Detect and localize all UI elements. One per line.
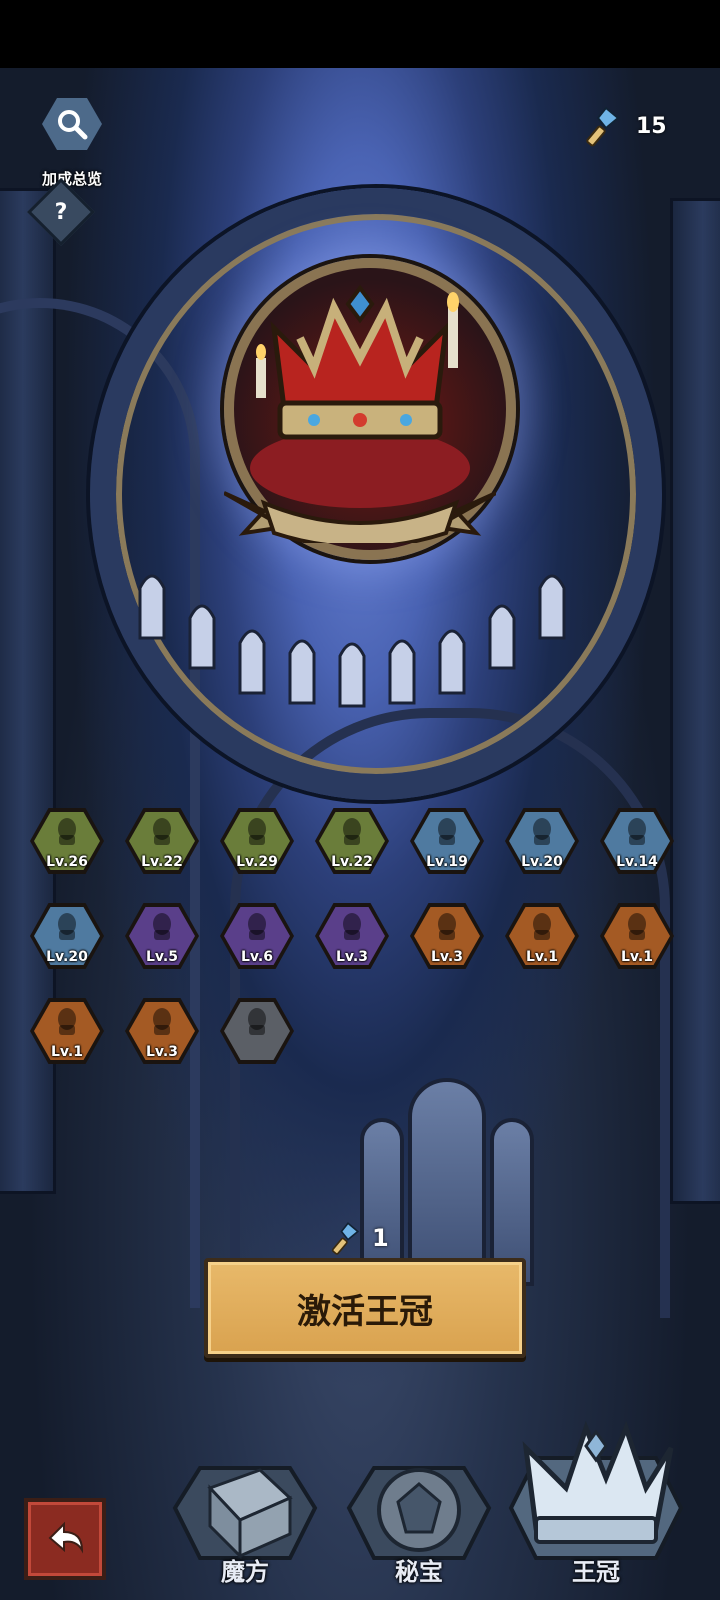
- crown-level: Lv.3: [146, 1044, 178, 1060]
- crown-level: Lv.22: [331, 854, 373, 870]
- flame-icon: [505, 909, 579, 945]
- crown-badge[interactable]: Lv.20: [30, 903, 104, 969]
- fox-icon: [315, 909, 389, 945]
- bonus-overview-label: 加成总览: [41, 170, 102, 188]
- crown-badge[interactable]: Lv.1: [505, 903, 579, 969]
- crown-level: Lv.26: [46, 854, 88, 870]
- crown-level: Lv.5: [146, 949, 178, 965]
- pillar-right: [670, 198, 720, 1204]
- tab-cube-label: 魔方: [221, 1558, 269, 1586]
- gem-medallion-icon: [346, 1466, 492, 1560]
- crown-badge[interactable]: Lv.1: [600, 903, 674, 969]
- crown-badge[interactable]: Lv.29: [220, 808, 294, 874]
- hat-figure-icon: [220, 814, 294, 850]
- crown-badge[interactable]: Lv.19: [410, 808, 484, 874]
- tab-treasure[interactable]: 秘宝: [344, 1448, 494, 1598]
- crown-badge[interactable]: [220, 998, 294, 1064]
- cube-icon: [172, 1466, 318, 1560]
- gem-key-icon: [586, 106, 620, 147]
- tab-cube[interactable]: 魔方: [170, 1448, 320, 1598]
- crown-level: Lv.1: [621, 949, 653, 965]
- crown-level: Lv.22: [141, 854, 183, 870]
- crown-badge[interactable]: Lv.22: [315, 808, 389, 874]
- crown-badge[interactable]: Lv.5: [125, 903, 199, 969]
- currency-value: 15: [636, 113, 667, 139]
- activate-cost-value: 1: [372, 1224, 389, 1252]
- beetle-icon: [600, 814, 674, 850]
- ribbon-banner: [224, 491, 496, 543]
- crown-badge[interactable]: Lv.20: [505, 808, 579, 874]
- crown-level: Lv.3: [431, 949, 463, 965]
- crown-badge[interactable]: Lv.22: [125, 808, 199, 874]
- claw-icon: [30, 909, 104, 945]
- chick-icon: [600, 909, 674, 945]
- ghost-icon: [315, 814, 389, 850]
- crown-badge[interactable]: Lv.3: [315, 903, 389, 969]
- back-arrow-icon: [48, 1521, 84, 1554]
- tab-treasure-label: 秘宝: [395, 1558, 443, 1586]
- activate-cost: 1: [330, 1218, 389, 1258]
- gem-key-icon: [331, 1222, 360, 1255]
- status-bar: [0, 0, 720, 68]
- helmet-icon: [505, 814, 579, 850]
- crown-badge[interactable]: Lv.3: [410, 903, 484, 969]
- silhouette-person-icon: [30, 814, 104, 850]
- crown-level: Lv.20: [46, 949, 88, 965]
- magnifier-icon: [42, 98, 102, 150]
- help-icon: ?: [54, 199, 68, 225]
- crown-badge[interactable]: Lv.6: [220, 903, 294, 969]
- crown-level: Lv.6: [241, 949, 273, 965]
- crown-level: Lv.1: [51, 1044, 83, 1060]
- witch-hat-icon: [220, 909, 294, 945]
- demon-icon: [30, 1004, 104, 1040]
- crown-badge[interactable]: Lv.3: [125, 998, 199, 1064]
- crown-level: Lv.19: [426, 854, 468, 870]
- locked-creature-icon: [220, 1004, 294, 1040]
- crown-level: Lv.20: [521, 854, 563, 870]
- crown-badge[interactable]: Lv.26: [30, 808, 104, 874]
- bone-icon: [125, 814, 199, 850]
- crown-badge[interactable]: Lv.14: [600, 808, 674, 874]
- crown-tab-icon: [508, 1420, 684, 1560]
- back-button[interactable]: [24, 1498, 106, 1580]
- horned-helmet-icon: [125, 909, 199, 945]
- crown-badge[interactable]: Lv.1: [30, 998, 104, 1064]
- activate-crown-button[interactable]: 激活王冠: [204, 1258, 526, 1358]
- octopus-icon: [410, 909, 484, 945]
- crown-level: Lv.29: [236, 854, 278, 870]
- bonus-overview-button[interactable]: 加成总览: [32, 98, 112, 188]
- crown-level: Lv.14: [616, 854, 658, 870]
- tab-crown-label: 王冠: [572, 1558, 620, 1586]
- gothic-window: [408, 1078, 486, 1286]
- crown-screen: 加成总览 ? 15 Lv.26 Lv.22 Lv.29 Lv.22 Lv.19 …: [0, 68, 720, 1600]
- crown-level: Lv.3: [336, 949, 368, 965]
- tab-crown[interactable]: 王冠: [506, 1418, 686, 1598]
- currency-display: 15: [584, 104, 667, 148]
- crown-level: Lv.1: [526, 949, 558, 965]
- king-icon: [125, 1004, 199, 1040]
- rabbit-icon: [410, 814, 484, 850]
